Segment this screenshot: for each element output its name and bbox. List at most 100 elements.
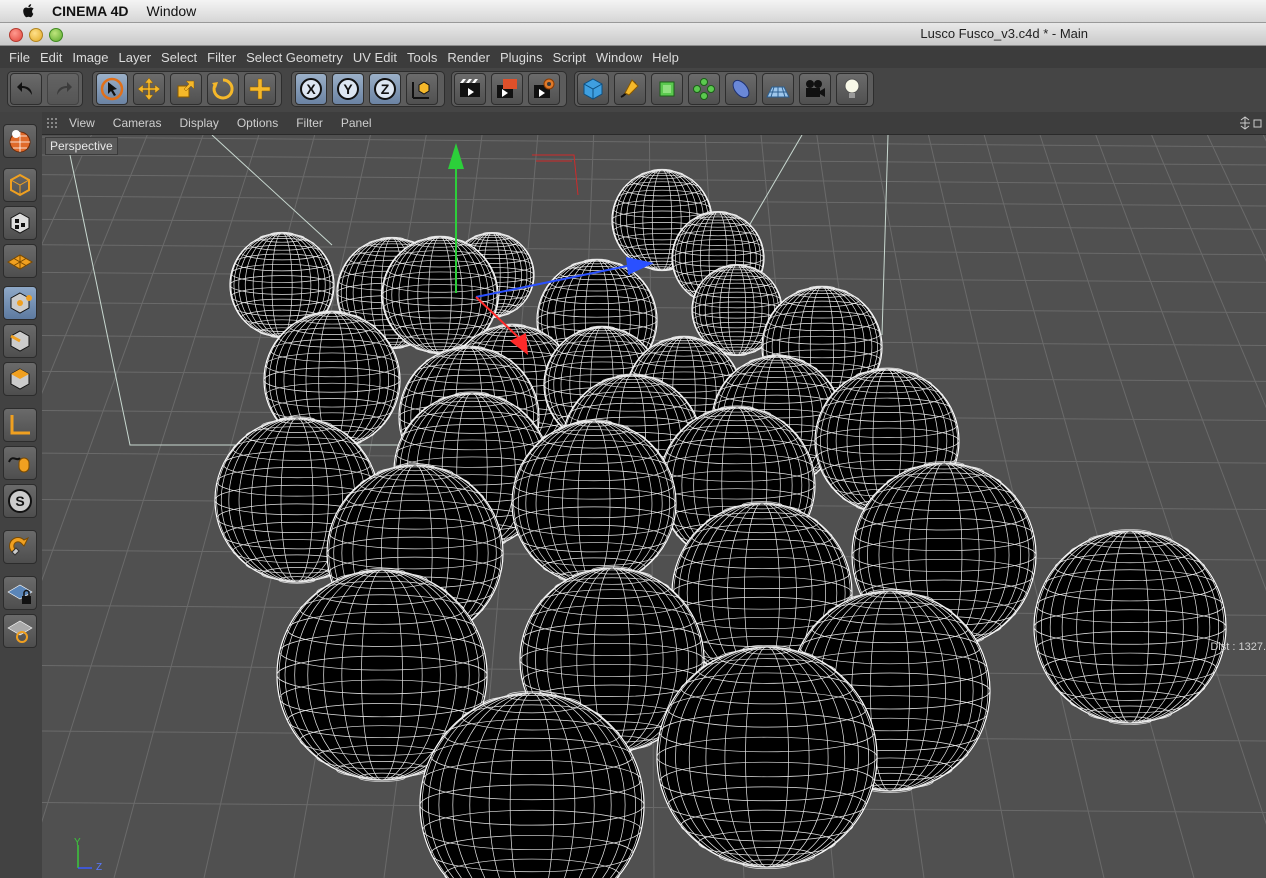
viewport-scene[interactable]: Y Z	[42, 135, 1266, 878]
viewport-menu-cameras[interactable]: Cameras	[113, 116, 162, 130]
menu-layer[interactable]: Layer	[119, 50, 152, 65]
rotate-icon	[212, 78, 234, 100]
camera-icon	[806, 80, 825, 97]
texture-mode-button[interactable]	[3, 206, 37, 240]
deformer-icon	[732, 79, 750, 99]
camera-button[interactable]	[799, 73, 831, 105]
workplane-align-button[interactable]	[3, 614, 37, 648]
workplane-lock-icon	[7, 584, 33, 604]
viewport-menu-view[interactable]: View	[69, 116, 95, 130]
floor-button[interactable]	[762, 73, 794, 105]
x-axis-button[interactable]: X	[295, 73, 327, 105]
y-axis-handle[interactable]	[448, 143, 464, 169]
menu-render[interactable]: Render	[447, 50, 490, 65]
app-menu[interactable]: CINEMA 4D	[52, 3, 129, 19]
sphere-object[interactable]	[1033, 529, 1227, 725]
viewport-menu-options[interactable]: Options	[237, 116, 278, 130]
menu-edit[interactable]: Edit	[40, 50, 62, 65]
menu-window[interactable]: Window	[596, 50, 642, 65]
menu-plugins[interactable]: Plugins	[500, 50, 543, 65]
scale-button[interactable]	[170, 73, 202, 105]
workplane-lock-button[interactable]	[3, 576, 37, 610]
tweak-mode-button[interactable]	[3, 446, 37, 480]
sphere-object[interactable]	[656, 645, 878, 869]
live-selection-icon	[100, 77, 124, 101]
close-window-button[interactable]	[9, 28, 23, 42]
solo-mode-icon: S	[8, 489, 32, 513]
viewport-navigation-icon[interactable]	[1240, 116, 1262, 130]
render-picture-viewer-button[interactable]	[491, 73, 523, 105]
render-settings-icon	[534, 78, 555, 98]
scale-icon	[177, 80, 195, 98]
apple-icon[interactable]	[20, 3, 38, 19]
array-button[interactable]	[688, 73, 720, 105]
solo-label: S	[15, 493, 24, 509]
grid-line	[1095, 135, 1266, 591]
model-mode-button[interactable]	[3, 168, 37, 202]
render-picture-viewer-icon	[497, 79, 517, 98]
make-editable-button[interactable]	[3, 124, 37, 158]
viewport-menu-panel[interactable]: Panel	[341, 116, 372, 130]
last-tool-button[interactable]	[244, 73, 276, 105]
workplane-align-icon	[7, 620, 33, 643]
window-titlebar: Lusco Fusco_v3.c4d * - Main	[0, 23, 1266, 46]
cube-primitive-icon	[583, 78, 603, 100]
viewport-menu-display[interactable]: Display	[179, 116, 218, 130]
menu-select[interactable]: Select	[161, 50, 197, 65]
sphere-object[interactable]	[511, 419, 677, 587]
axis-mode-button[interactable]	[3, 408, 37, 442]
grid-line	[1039, 135, 1266, 825]
pen-spline-icon	[620, 79, 639, 98]
light-button[interactable]	[836, 73, 868, 105]
undo-button[interactable]	[10, 73, 42, 105]
move-icon	[137, 77, 161, 101]
z-axis-button[interactable]: Z	[369, 73, 401, 105]
x-axis-label: X	[306, 81, 316, 97]
y-axis-button[interactable]: Y	[332, 73, 364, 105]
viewport-menu-filter[interactable]: Filter	[296, 116, 323, 130]
perspective-viewport[interactable]: Y Z Perspective Dist : 1327.	[42, 135, 1266, 878]
rotate-button[interactable]	[207, 73, 239, 105]
deformer-button[interactable]	[725, 73, 757, 105]
polygons-mode-button[interactable]	[3, 362, 37, 396]
redo-button[interactable]	[47, 73, 79, 105]
live-selection-button[interactable]	[96, 73, 128, 105]
viewport-label[interactable]: Perspective	[45, 137, 118, 155]
menu-script[interactable]: Script	[553, 50, 586, 65]
snap-button[interactable]	[3, 530, 37, 564]
menu-image[interactable]: Image	[72, 50, 108, 65]
viewport-menubar: View Cameras Display Options Filter Pane…	[42, 112, 1266, 135]
sphere-cluster[interactable]	[214, 168, 1227, 878]
grid-line	[42, 136, 1266, 148]
move-button[interactable]	[133, 73, 165, 105]
subdivision-icon	[659, 81, 675, 97]
grid-line	[1206, 135, 1266, 262]
menu-file[interactable]: File	[9, 50, 30, 65]
redo-icon	[57, 82, 72, 95]
last-tool-icon	[249, 78, 271, 100]
light-icon	[844, 78, 860, 98]
solo-mode-button[interactable]: S	[3, 484, 37, 518]
grid-line	[1151, 135, 1266, 409]
pen-button[interactable]	[614, 73, 646, 105]
subdivision-button[interactable]	[651, 73, 683, 105]
z-axis-icon: Z	[374, 78, 396, 100]
menu-tools[interactable]: Tools	[407, 50, 437, 65]
edges-mode-button[interactable]	[3, 324, 37, 358]
menu-uv-edit[interactable]: UV Edit	[353, 50, 397, 65]
coordinate-system-button[interactable]	[406, 73, 438, 105]
grid-line	[42, 154, 1266, 166]
menu-filter[interactable]: Filter	[207, 50, 236, 65]
panel-grip-icon[interactable]	[47, 118, 61, 128]
render-settings-button[interactable]	[528, 73, 560, 105]
points-mode-button[interactable]	[3, 286, 37, 320]
menu-help[interactable]: Help	[652, 50, 679, 65]
zoom-window-button[interactable]	[49, 28, 63, 42]
render-view-button[interactable]	[454, 73, 486, 105]
camera-distance-readout: Dist : 1327.	[1210, 641, 1266, 653]
menu-select-geometry[interactable]: Select Geometry	[246, 50, 343, 65]
workplane-mode-button[interactable]	[3, 244, 37, 278]
minimize-window-button[interactable]	[29, 28, 43, 42]
mac-window-menu[interactable]: Window	[147, 3, 197, 19]
cube-button[interactable]	[577, 73, 609, 105]
